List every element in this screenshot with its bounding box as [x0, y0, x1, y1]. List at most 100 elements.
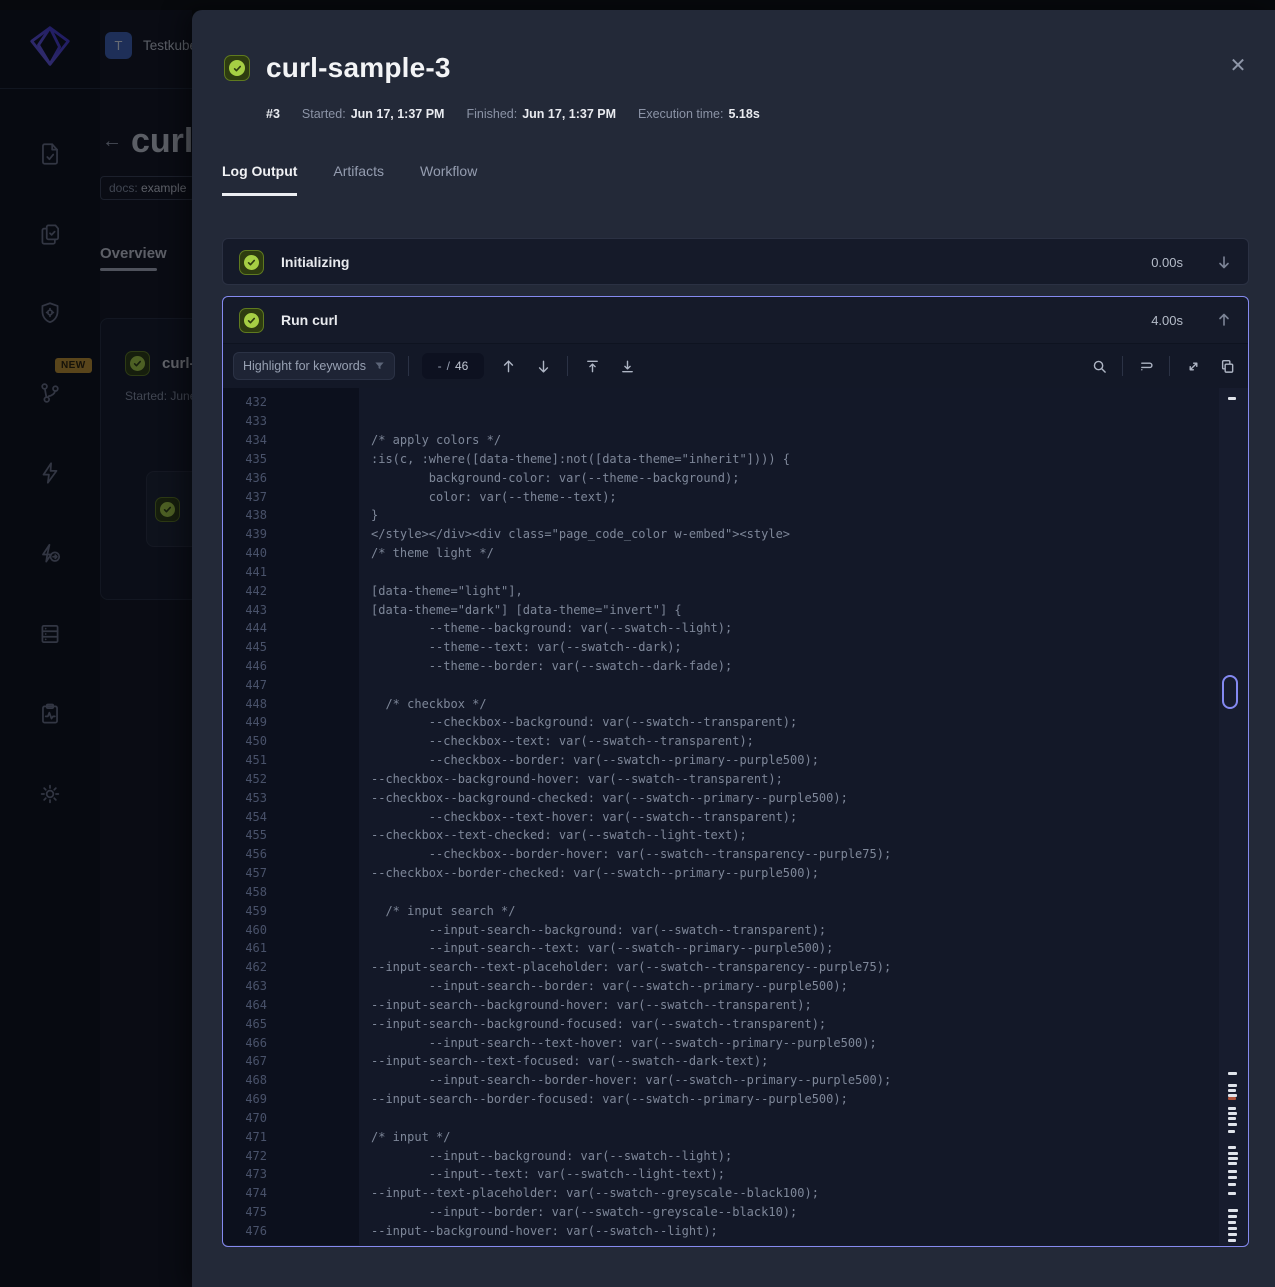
minimap-mark: [1228, 1239, 1236, 1242]
line-text: --input-search--background: var(--swatch…: [359, 923, 826, 937]
started-value: Jun 17, 1:37 PM: [351, 107, 445, 121]
line-number: 465: [223, 1017, 359, 1031]
minimap-viewport[interactable]: [1222, 675, 1238, 709]
log-line: 475 --input--border: var(--swatch--greys…: [223, 1203, 1248, 1222]
match-current: -: [438, 359, 442, 373]
search-icon[interactable]: [1088, 355, 1110, 377]
line-text: :is(c, :where([data-theme]:not([data-the…: [359, 452, 790, 466]
line-number: 473: [223, 1167, 359, 1181]
log-line: 458: [223, 883, 1248, 902]
execution-meta: #3 Started:Jun 17, 1:37 PM Finished:Jun …: [266, 107, 760, 121]
log-line: 440/* theme light */: [223, 544, 1248, 563]
log-line: 457--checkbox--border-checked: var(--swa…: [223, 864, 1248, 883]
line-text: --theme--border: var(--swatch--dark-fade…: [359, 659, 732, 673]
line-text: --input--background: var(--swatch--light…: [359, 1149, 732, 1163]
log-line: 441: [223, 562, 1248, 581]
word-wrap-icon[interactable]: [1135, 355, 1157, 377]
keyword-filter-input[interactable]: Highlight for keywords: [233, 352, 395, 380]
section-run-curl-header[interactable]: Run curl 4.00s: [223, 297, 1248, 343]
minimap-mark: [1228, 1221, 1236, 1224]
log-line: 465--input-search--background-focused: v…: [223, 1014, 1248, 1033]
copy-icon[interactable]: [1216, 355, 1238, 377]
line-text: --input--text-placeholder: var(--swatch-…: [359, 1186, 819, 1200]
line-number: 472: [223, 1149, 359, 1163]
log-line: 476--input--background-hover: var(--swat…: [223, 1221, 1248, 1240]
line-text: --input-search--text-hover: var(--swatch…: [359, 1036, 877, 1050]
execution-title: curl-sample-3: [266, 52, 451, 84]
minimap-mark: [1228, 1112, 1237, 1115]
finished-value: Jun 17, 1:37 PM: [522, 107, 616, 121]
log-line: 438}: [223, 506, 1248, 525]
next-match-arrow-down-icon[interactable]: [532, 355, 554, 377]
close-icon[interactable]: ✕: [1227, 55, 1249, 77]
line-number: 432: [223, 395, 359, 409]
tab-artifacts[interactable]: Artifacts: [333, 163, 384, 196]
minimap-mark: [1228, 1152, 1238, 1155]
line-number: 471: [223, 1130, 359, 1144]
minimap-mark: [1228, 1176, 1237, 1179]
line-number: 445: [223, 640, 359, 654]
line-text: /* apply colors */: [359, 433, 501, 447]
minimap-mark: [1228, 1215, 1237, 1218]
line-number: 461: [223, 941, 359, 955]
jump-to-top-icon[interactable]: [581, 355, 603, 377]
execution-number: #3: [266, 107, 280, 121]
tab-workflow[interactable]: Workflow: [420, 163, 477, 196]
line-text: --input--background-hover: var(--swatch-…: [359, 1224, 718, 1238]
section-initializing[interactable]: Initializing 0.00s: [222, 238, 1249, 285]
line-number: 456: [223, 847, 359, 861]
log-line: 472 --input--background: var(--swatch--l…: [223, 1146, 1248, 1165]
funnel-icon: [374, 359, 385, 373]
status-passed-icon: [239, 308, 264, 333]
line-text: --checkbox--border: var(--swatch--primar…: [359, 753, 819, 767]
log-viewer[interactable]: 432433434/* apply colors */435:is(c, :wh…: [223, 388, 1248, 1245]
minimap-mark: [1228, 1089, 1236, 1092]
jump-to-bottom-icon[interactable]: [616, 355, 638, 377]
line-number: 444: [223, 621, 359, 635]
log-line: 442[data-theme="light"],: [223, 581, 1248, 600]
log-line: 471/* input */: [223, 1127, 1248, 1146]
line-text: --input-search--background-hover: var(--…: [359, 998, 812, 1012]
modal-overlay[interactable]: [0, 10, 192, 1287]
line-text: [data-theme="light"],: [359, 584, 523, 598]
line-text: }: [359, 508, 378, 522]
line-text: color: var(--theme--text);: [359, 490, 617, 504]
line-number: 442: [223, 584, 359, 598]
drawer-tabs: Log Output Artifacts Workflow: [222, 163, 477, 196]
expand-arrow-down-icon[interactable]: [1216, 254, 1232, 270]
line-text: [data-theme="dark"] [data-theme="invert"…: [359, 603, 682, 617]
execution-time-label: Execution time:: [638, 107, 723, 121]
line-number: 462: [223, 960, 359, 974]
line-text: /* checkbox */: [359, 697, 487, 711]
line-number: 434: [223, 433, 359, 447]
line-number: 455: [223, 828, 359, 842]
log-line: 463 --input-search--border: var(--swatch…: [223, 977, 1248, 996]
minimap-mark: [1228, 1233, 1237, 1236]
log-line: 466 --input-search--text-hover: var(--sw…: [223, 1033, 1248, 1052]
match-total: 46: [455, 359, 468, 373]
line-number: 475: [223, 1205, 359, 1219]
line-number: 458: [223, 885, 359, 899]
line-text: --checkbox--border-checked: var(--swatch…: [359, 866, 819, 880]
toolbar-divider: [408, 356, 409, 376]
minimap-mark: [1228, 1209, 1238, 1212]
line-text: --input-search--border-focused: var(--sw…: [359, 1092, 848, 1106]
log-toolbar: Highlight for keywords - / 46: [223, 343, 1248, 388]
log-line: 459 /* input search */: [223, 901, 1248, 920]
log-line: 467--input-search--text-focused: var(--s…: [223, 1052, 1248, 1071]
prev-match-arrow-up-icon[interactable]: [497, 355, 519, 377]
line-number: 446: [223, 659, 359, 673]
line-number: 443: [223, 603, 359, 617]
minimap-scrollbar[interactable]: [1219, 388, 1248, 1245]
line-text: --input-search--background-focused: var(…: [359, 1017, 826, 1031]
section-run-curl: Run curl 4.00s Highlight for keywords - …: [222, 296, 1249, 1247]
line-number: 467: [223, 1054, 359, 1068]
log-line: 445 --theme--text: var(--swatch--dark);: [223, 638, 1248, 657]
line-text: --checkbox--background-checked: var(--sw…: [359, 791, 848, 805]
fullscreen-expand-icon[interactable]: [1182, 355, 1204, 377]
log-line: 455--checkbox--text-checked: var(--swatc…: [223, 826, 1248, 845]
tab-log-output[interactable]: Log Output: [222, 163, 297, 196]
line-number: 448: [223, 697, 359, 711]
collapse-arrow-up-icon[interactable]: [1216, 312, 1232, 328]
match-counter: - / 46: [422, 353, 484, 379]
